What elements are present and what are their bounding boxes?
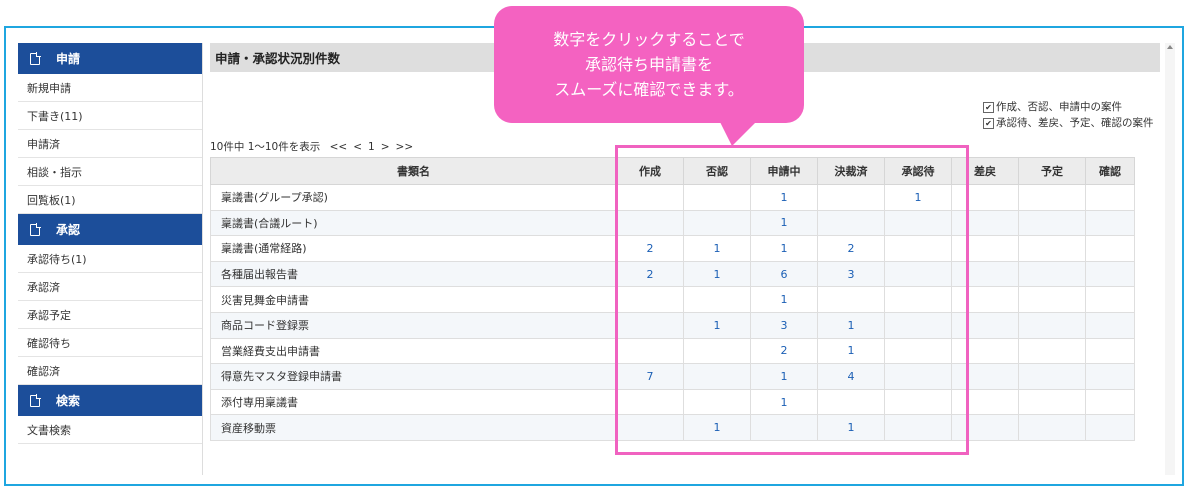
sidebar: 申請 新規申請 下書き(11) 申請済 相談・指示 回覧板(1) 承認 承認待ち… bbox=[18, 43, 203, 475]
filter-option[interactable]: ✔ 作成、否認、申請中の案件 bbox=[983, 99, 1154, 115]
checkbox-checked-icon[interactable]: ✔ bbox=[983, 101, 994, 113]
column-header: 予定 bbox=[1018, 157, 1086, 185]
callout-line: 数字をクリックすることで bbox=[553, 30, 745, 49]
pager: 10件中 1～10件を表示 << <1 > >> bbox=[210, 139, 419, 154]
doc-name-cell: 稟議書(グループ承認) bbox=[210, 184, 617, 211]
callout-line: 承認待ち申請書を bbox=[584, 55, 713, 74]
pager-current: 1 bbox=[368, 141, 375, 153]
count-cell bbox=[1085, 235, 1135, 262]
sidebar-item-awaiting-check[interactable]: 確認待ち bbox=[18, 329, 202, 357]
column-header-doc-name: 書類名 bbox=[210, 157, 617, 185]
doc-name-cell: 災害見舞金申請書 bbox=[210, 286, 617, 313]
count-cell bbox=[1085, 209, 1135, 237]
sidebar-item-doc-search[interactable]: 文書検索 bbox=[18, 416, 202, 444]
doc-name-cell: 添付専用稟議書 bbox=[210, 388, 617, 416]
count-cell bbox=[1085, 414, 1135, 441]
count-cell bbox=[1018, 414, 1086, 441]
pager-prev[interactable]: < bbox=[353, 141, 362, 153]
sidebar-item-awaiting-approval[interactable]: 承認待ち(1) bbox=[18, 245, 202, 273]
sidebar-item-consult[interactable]: 相談・指示 bbox=[18, 158, 202, 186]
callout-line: スムーズに確認できます。 bbox=[554, 80, 744, 99]
doc-name-cell: 稟議書(合議ルート) bbox=[210, 209, 617, 237]
filter-options: ✔ 作成、否認、申請中の案件 ✔ 承認待、差戻、予定、確認の案件 bbox=[983, 99, 1154, 131]
sidebar-section-apply: 申請 bbox=[18, 43, 202, 74]
column-header: 確認 bbox=[1085, 157, 1135, 185]
count-cell bbox=[1085, 184, 1135, 211]
doc-name-cell: 営業経費支出申請書 bbox=[210, 337, 617, 365]
pager-last[interactable]: >> bbox=[396, 141, 414, 153]
doc-name-cell: 商品コード登録票 bbox=[210, 311, 617, 339]
pager-first[interactable]: << bbox=[330, 141, 348, 153]
document-icon bbox=[30, 51, 41, 65]
doc-name-cell: 各種届出報告書 bbox=[210, 260, 617, 288]
count-cell bbox=[1018, 184, 1086, 211]
doc-name-cell: 稟議書(通常経路) bbox=[210, 235, 617, 262]
count-cell bbox=[1018, 337, 1086, 365]
sidebar-item-new-application[interactable]: 新規申請 bbox=[18, 74, 202, 102]
count-cell bbox=[1018, 260, 1086, 288]
count-cell bbox=[1085, 388, 1135, 416]
sidebar-item-checked[interactable]: 確認済 bbox=[18, 357, 202, 385]
filter-option[interactable]: ✔ 承認待、差戻、予定、確認の案件 bbox=[983, 115, 1154, 131]
document-icon bbox=[30, 393, 41, 407]
vertical-scrollbar[interactable] bbox=[1165, 43, 1175, 475]
count-cell bbox=[1085, 363, 1135, 390]
count-cell bbox=[1085, 260, 1135, 288]
sidebar-item-scheduled[interactable]: 承認予定 bbox=[18, 301, 202, 329]
doc-name-cell: 得意先マスタ登録申請書 bbox=[210, 363, 617, 390]
sidebar-section-title: 検索 bbox=[56, 394, 81, 408]
checkbox-checked-icon[interactable]: ✔ bbox=[983, 117, 994, 129]
sidebar-section-title: 承認 bbox=[56, 223, 81, 237]
count-cell bbox=[1085, 311, 1135, 339]
count-cell bbox=[1085, 286, 1135, 313]
count-cell bbox=[1018, 235, 1086, 262]
count-cell bbox=[1018, 363, 1086, 390]
highlight-box bbox=[615, 145, 969, 455]
sidebar-item-approved[interactable]: 承認済 bbox=[18, 273, 202, 301]
callout-tail bbox=[718, 118, 760, 146]
scroll-up-icon[interactable] bbox=[1167, 45, 1173, 49]
sidebar-item-circular[interactable]: 回覧板(1) bbox=[18, 186, 202, 214]
count-cell bbox=[1018, 286, 1086, 313]
callout-bubble: 数字をクリックすることで 承認待ち申請書を スムーズに確認できます。 bbox=[494, 6, 804, 123]
document-icon bbox=[30, 222, 41, 236]
count-cell bbox=[1018, 311, 1086, 339]
count-cell bbox=[1018, 209, 1086, 237]
count-cell bbox=[1018, 388, 1086, 416]
sidebar-item-applied[interactable]: 申請済 bbox=[18, 130, 202, 158]
sidebar-section-title: 申請 bbox=[56, 52, 81, 66]
sidebar-item-drafts[interactable]: 下書き(11) bbox=[18, 102, 202, 130]
pager-next[interactable]: > bbox=[381, 141, 390, 153]
sidebar-section-approve: 承認 bbox=[18, 214, 202, 245]
count-cell bbox=[1085, 337, 1135, 365]
pager-summary: 10件中 1～10件を表示 bbox=[210, 141, 321, 153]
doc-name-cell: 資産移動票 bbox=[210, 414, 617, 441]
sidebar-section-search: 検索 bbox=[18, 385, 202, 416]
